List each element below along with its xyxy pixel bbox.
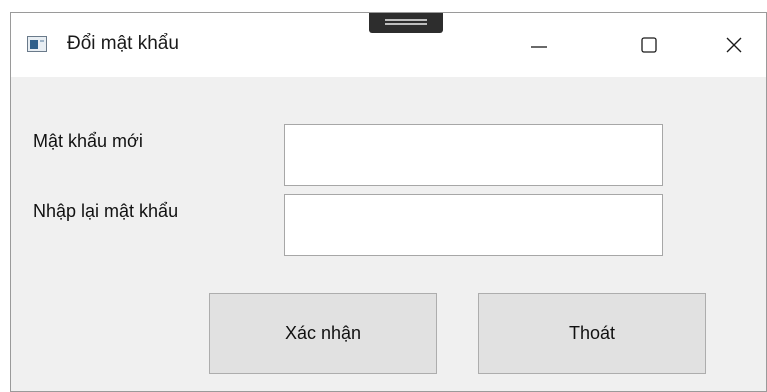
window-title: Đổi mật khẩu xyxy=(67,33,179,54)
maximize-button[interactable] xyxy=(621,23,677,67)
minimize-icon xyxy=(531,46,547,48)
drag-handle[interactable] xyxy=(369,13,443,33)
confirm-button[interactable]: Xác nhận xyxy=(209,293,437,374)
close-icon xyxy=(726,37,742,53)
title-bar[interactable]: Đổi mật khẩu xyxy=(11,13,766,77)
close-button[interactable] xyxy=(706,23,762,67)
maximize-icon xyxy=(641,37,657,53)
change-password-dialog: Đổi mật khẩu Mật khẩu mới Nhập lại mật k… xyxy=(10,12,767,392)
confirm-password-field[interactable] xyxy=(284,194,663,256)
new-password-field[interactable] xyxy=(284,124,663,186)
new-password-label: Mật khẩu mới xyxy=(33,131,143,151)
app-window-icon xyxy=(27,36,47,52)
minimize-button[interactable] xyxy=(511,23,567,67)
confirm-password-label: Nhập lại mật khẩu xyxy=(33,201,179,221)
exit-button[interactable]: Thoát xyxy=(478,293,706,374)
